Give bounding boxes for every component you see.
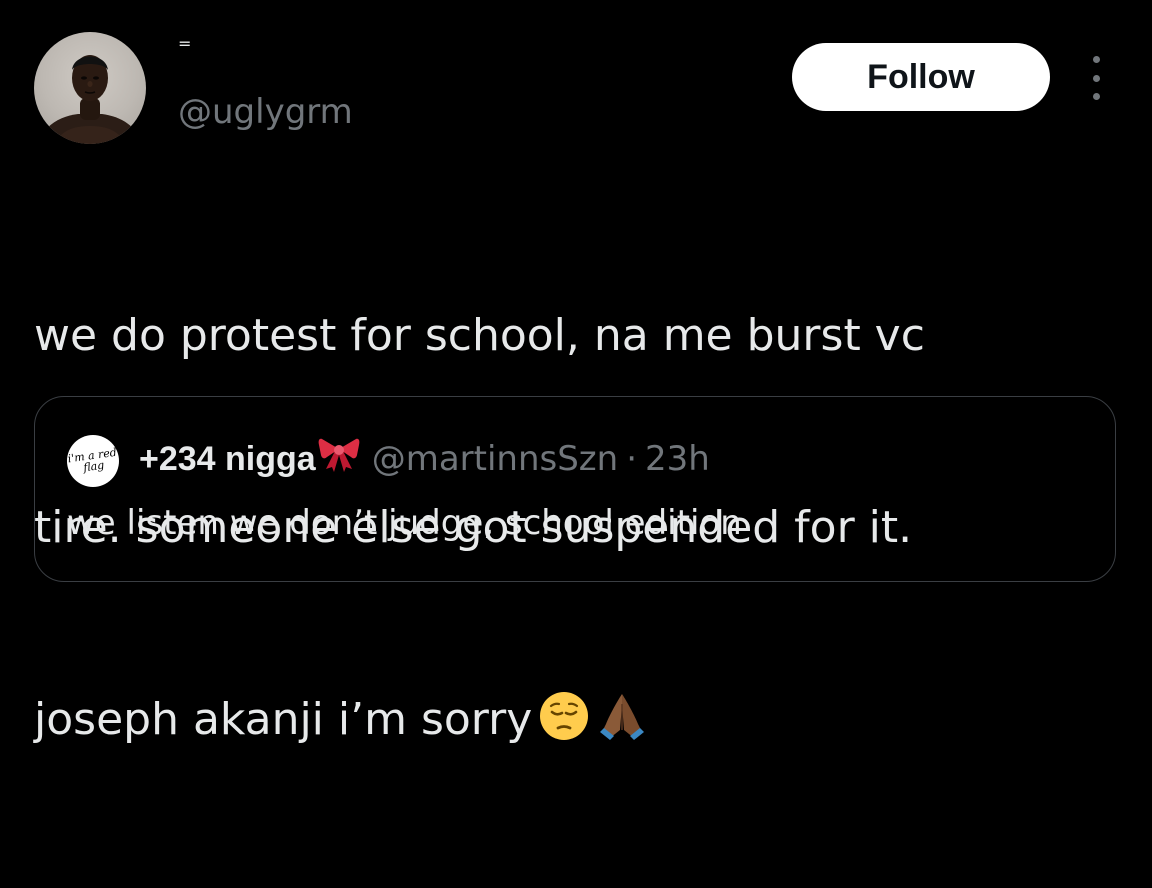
author-avatar[interactable]	[34, 32, 146, 144]
quoted-author-avatar[interactable]: i'm a red flag	[67, 435, 119, 487]
tweet-text-line: joseph akanji i’m sorry	[34, 688, 1114, 760]
separator-dot: ·	[626, 438, 638, 479]
tweet-text-line: we do protest for school, na me burst vc	[34, 310, 925, 361]
author-handle[interactable]: @uglygrm	[178, 92, 353, 132]
more-options-icon[interactable]	[1086, 56, 1106, 100]
quoted-tweet[interactable]: i'm a red flag +234 nigga @martinnsSzn ·…	[34, 396, 1116, 582]
profile-photo-icon	[38, 55, 142, 144]
tweet-text-line-content: joseph akanji i’m sorry	[34, 694, 533, 745]
author-display-name[interactable]: =	[178, 36, 191, 52]
follow-button[interactable]: Follow	[792, 43, 1050, 111]
pensive-face-emoji-icon	[538, 690, 590, 760]
quoted-tweet-time[interactable]: 23h	[645, 437, 710, 481]
quoted-tweet-header: +234 nigga @martinnsSzn · 23h	[139, 433, 710, 484]
folded-hands-emoji-icon	[596, 690, 648, 760]
quoted-avatar-text: i'm a red flag	[67, 445, 118, 475]
quoted-author-handle[interactable]: @martinnsSzn	[372, 437, 619, 481]
ribbon-emoji-icon	[318, 433, 360, 484]
quoted-author-display-name[interactable]: +234 nigga	[139, 437, 316, 481]
quoted-tweet-text: we listen we don’t judge, school edition	[67, 503, 742, 543]
tweet-card: = @uglygrm Follow we do protest for scho…	[0, 0, 1152, 745]
